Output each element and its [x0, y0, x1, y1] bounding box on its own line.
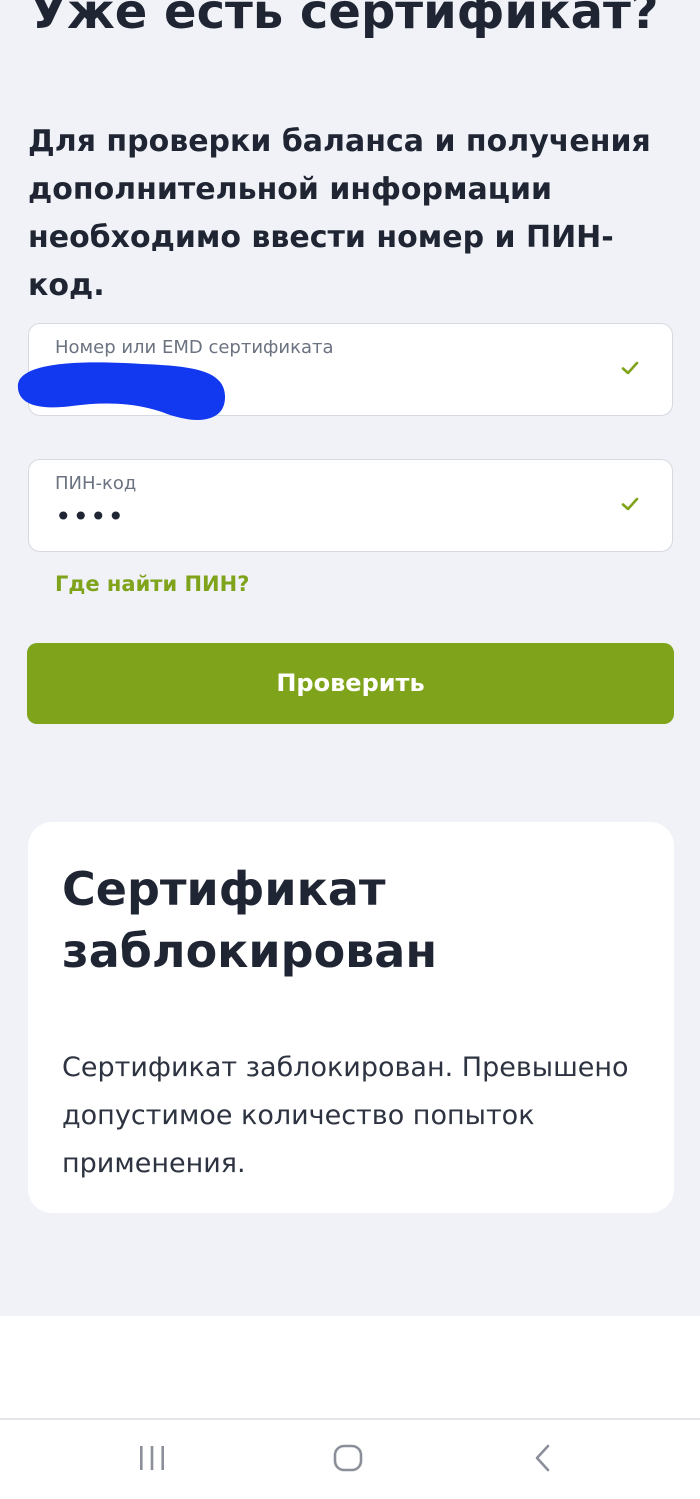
recents-icon[interactable] [132, 1438, 172, 1478]
page-title: Уже есть сертификат? [30, 0, 659, 40]
pin-code-field[interactable]: ПИН-код •••• [28, 459, 673, 552]
blocked-result-card: Сертификат заблокирован Сертификат забло… [28, 822, 674, 1213]
back-icon[interactable] [524, 1438, 564, 1478]
result-message: Сертификат заблокирован. Превышено допус… [62, 1052, 629, 1179]
check-icon [621, 497, 639, 511]
certificate-check-page: Уже есть сертификат? Для проверки баланс… [0, 0, 700, 1499]
pin-code-value[interactable]: •••• [55, 500, 125, 533]
redaction-scribble [17, 362, 226, 420]
check-icon [621, 361, 639, 375]
certificate-number-label: Номер или EMD сертификата [55, 337, 334, 358]
intro-text: Для проверки баланса и получения дополни… [28, 124, 651, 303]
pin-code-label: ПИН-код [55, 473, 137, 494]
home-icon[interactable] [328, 1438, 368, 1478]
check-button[interactable]: Проверить [27, 643, 674, 724]
system-navigation-bar [0, 1420, 700, 1499]
where-find-pin-link[interactable]: Где найти ПИН? [55, 572, 249, 596]
result-title: Сертификат заблокирован [62, 862, 438, 978]
